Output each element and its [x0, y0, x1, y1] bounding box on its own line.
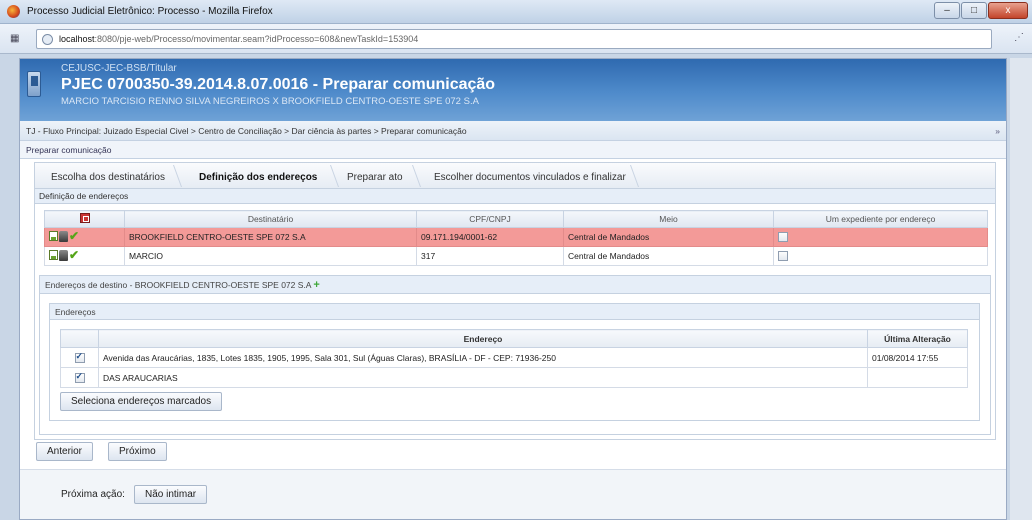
table-row[interactable]: Avenida das Araucárias, 1835, Lotes 1835… — [60, 347, 968, 368]
alteracao-cell — [867, 367, 968, 388]
window-titlebar: Processo Judicial Eletrônico: Processo -… — [0, 0, 1032, 24]
footer-actions: Próxima ação: Não intimar — [20, 469, 1006, 519]
expand-icon[interactable]: » — [995, 126, 1000, 136]
breadcrumb: TJ - Fluxo Principal: Juizado Especial C… — [20, 121, 1006, 141]
endereco-checkbox[interactable] — [74, 371, 85, 383]
proxima-acao-label: Próxima ação: — [61, 489, 125, 500]
breadcrumb-path: TJ - Fluxo Principal: Juizado Especial C… — [26, 126, 467, 136]
window-title: Processo Judicial Eletrônico: Processo -… — [27, 6, 273, 17]
site-identity-icon[interactable] — [42, 34, 53, 45]
um-expediente-checkbox[interactable] — [778, 232, 788, 243]
enderecos-destino-section: Endereços de destino - BROOKFIELD CENTRO… — [39, 275, 991, 435]
endereco-header: Endereço — [98, 329, 868, 348]
ultima-alteracao-header: Última Alteração — [867, 329, 968, 348]
anterior-button[interactable]: Anterior — [36, 442, 94, 461]
tab-definicao-enderecos[interactable]: Definição dos endereços — [199, 172, 317, 183]
tab-preparar-ato[interactable]: Preparar ato — [347, 172, 403, 183]
destinatario-cell[interactable]: BROOKFIELD CENTRO-OESTE SPE 072 S.A — [124, 227, 417, 247]
enderecos-title: Endereços — [50, 304, 979, 320]
url-path: :8080/pje-web/Processo/movimentar.seam?i… — [94, 34, 419, 44]
page-content: CEJUSC-JEC-BSB/Titular PJEC 0700350-39.2… — [19, 58, 1007, 520]
pje-logo-icon — [27, 71, 41, 97]
endereco-cell: Avenida das Araucárias, 1835, Lotes 1835… — [98, 347, 868, 368]
destinatario-cell[interactable]: MARCIO — [124, 246, 417, 266]
page-title: PJEC 0700350-39.2014.8.07.0016 - Prepara… — [61, 76, 496, 93]
wizard-panel: Escolha dos destinatários Definição dos … — [34, 162, 996, 440]
add-icon[interactable]: + — [313, 279, 319, 291]
tab-separator — [402, 165, 422, 187]
tab-separator — [163, 165, 183, 187]
meio-cell: Central de Mandados — [563, 227, 774, 247]
meio-header: Meio — [563, 210, 774, 228]
browser-toolbar: ▦ localhost:8080/pje-web/Processo/movime… — [0, 24, 1032, 54]
destinatario-header: Destinatário — [124, 210, 417, 228]
enderecos-destino-header: Endereços de destino - BROOKFIELD CENTRO… — [40, 276, 990, 294]
tab-escolher-documentos[interactable]: Escolher documentos vinculados e finaliz… — [434, 172, 626, 183]
table-row[interactable]: ✔ BROOKFIELD CENTRO-OESTE SPE 072 S.A 09… — [44, 227, 988, 247]
um-expediente-checkbox[interactable] — [778, 251, 788, 262]
header-parties: MARCIO TARCISIO RENNO SILVA NEGREIROS X … — [61, 96, 479, 107]
cpf-cell: 09.171.194/0001-62 — [416, 227, 564, 247]
um-expediente-cell — [773, 227, 988, 247]
alteracao-cell: 01/08/2014 17:55 — [867, 347, 968, 368]
endereco-cell: DAS ARAUCARIAS — [98, 367, 868, 388]
maximize-button[interactable]: □ — [961, 2, 987, 19]
header-subtitle: CEJUSC-JEC-BSB/Titular — [61, 63, 177, 74]
enderecos-destino-title: Endereços de destino - BROOKFIELD CENTRO… — [45, 280, 311, 290]
um-expediente-cell — [773, 246, 988, 266]
trash-icon[interactable] — [59, 230, 68, 242]
section-title: Preparar comunicação — [20, 141, 1006, 159]
table-row[interactable]: ✔ MARCIO 317 Central de Mandados — [44, 246, 988, 266]
document-icon[interactable] — [49, 231, 58, 242]
remove-all-icon[interactable] — [79, 213, 90, 223]
window-controls: – □ x — [934, 2, 1028, 19]
enderecos-section: Endereços Endereço Última Alteração Aven… — [49, 303, 980, 421]
process-header: CEJUSC-JEC-BSB/Titular PJEC 0700350-39.2… — [20, 59, 1006, 121]
checkmark-icon[interactable]: ✔ — [69, 249, 79, 261]
address-text[interactable]: localhost:8080/pje-web/Processo/moviment… — [59, 34, 418, 44]
enderecos-table: Endereço Última Alteração Avenida das Ar… — [60, 329, 968, 388]
nao-intimar-button[interactable]: Não intimar — [134, 485, 208, 504]
checkmark-icon[interactable]: ✔ — [69, 230, 79, 242]
destinatarios-table: Destinatário CPF/CNPJ Meio Um expediente… — [44, 210, 988, 266]
url-host: localhost — [59, 34, 95, 44]
row-actions: ✔ — [44, 246, 125, 266]
seleciona-enderecos-button[interactable]: Seleciona endereços marcados — [60, 392, 223, 411]
firefox-icon — [7, 5, 20, 18]
bookmark-icon[interactable]: ▦ — [10, 33, 26, 45]
document-icon[interactable] — [49, 250, 58, 261]
endereco-checkbox[interactable] — [74, 351, 85, 363]
close-button[interactable]: x — [988, 2, 1028, 19]
trash-icon[interactable] — [59, 249, 68, 261]
actions-column-header — [44, 210, 125, 228]
select-cell — [60, 347, 99, 368]
select-cell — [60, 367, 99, 388]
page-scrollbar[interactable] — [1010, 58, 1032, 520]
address-bar[interactable]: localhost:8080/pje-web/Processo/moviment… — [36, 29, 992, 49]
select-column-header — [60, 329, 99, 348]
definicao-title: Definição de endereços — [35, 189, 995, 204]
proximo-button[interactable]: Próximo — [108, 442, 167, 461]
cpf-header: CPF/CNPJ — [416, 210, 564, 228]
row-actions: ✔ — [44, 227, 125, 247]
cpf-cell: 317 — [416, 246, 564, 266]
wizard-tabs: Escolha dos destinatários Definição dos … — [35, 163, 995, 189]
tab-escolha-destinatarios[interactable]: Escolha dos destinatários — [51, 172, 165, 183]
meio-cell: Central de Mandados — [563, 246, 774, 266]
table-row[interactable]: DAS ARAUCARIAS — [60, 367, 968, 388]
tab-separator — [320, 165, 340, 187]
minimize-button[interactable]: – — [934, 2, 960, 19]
um-expediente-header: Um expediente por endereço — [773, 210, 988, 228]
feed-icon[interactable]: ⋰ — [1014, 32, 1024, 43]
